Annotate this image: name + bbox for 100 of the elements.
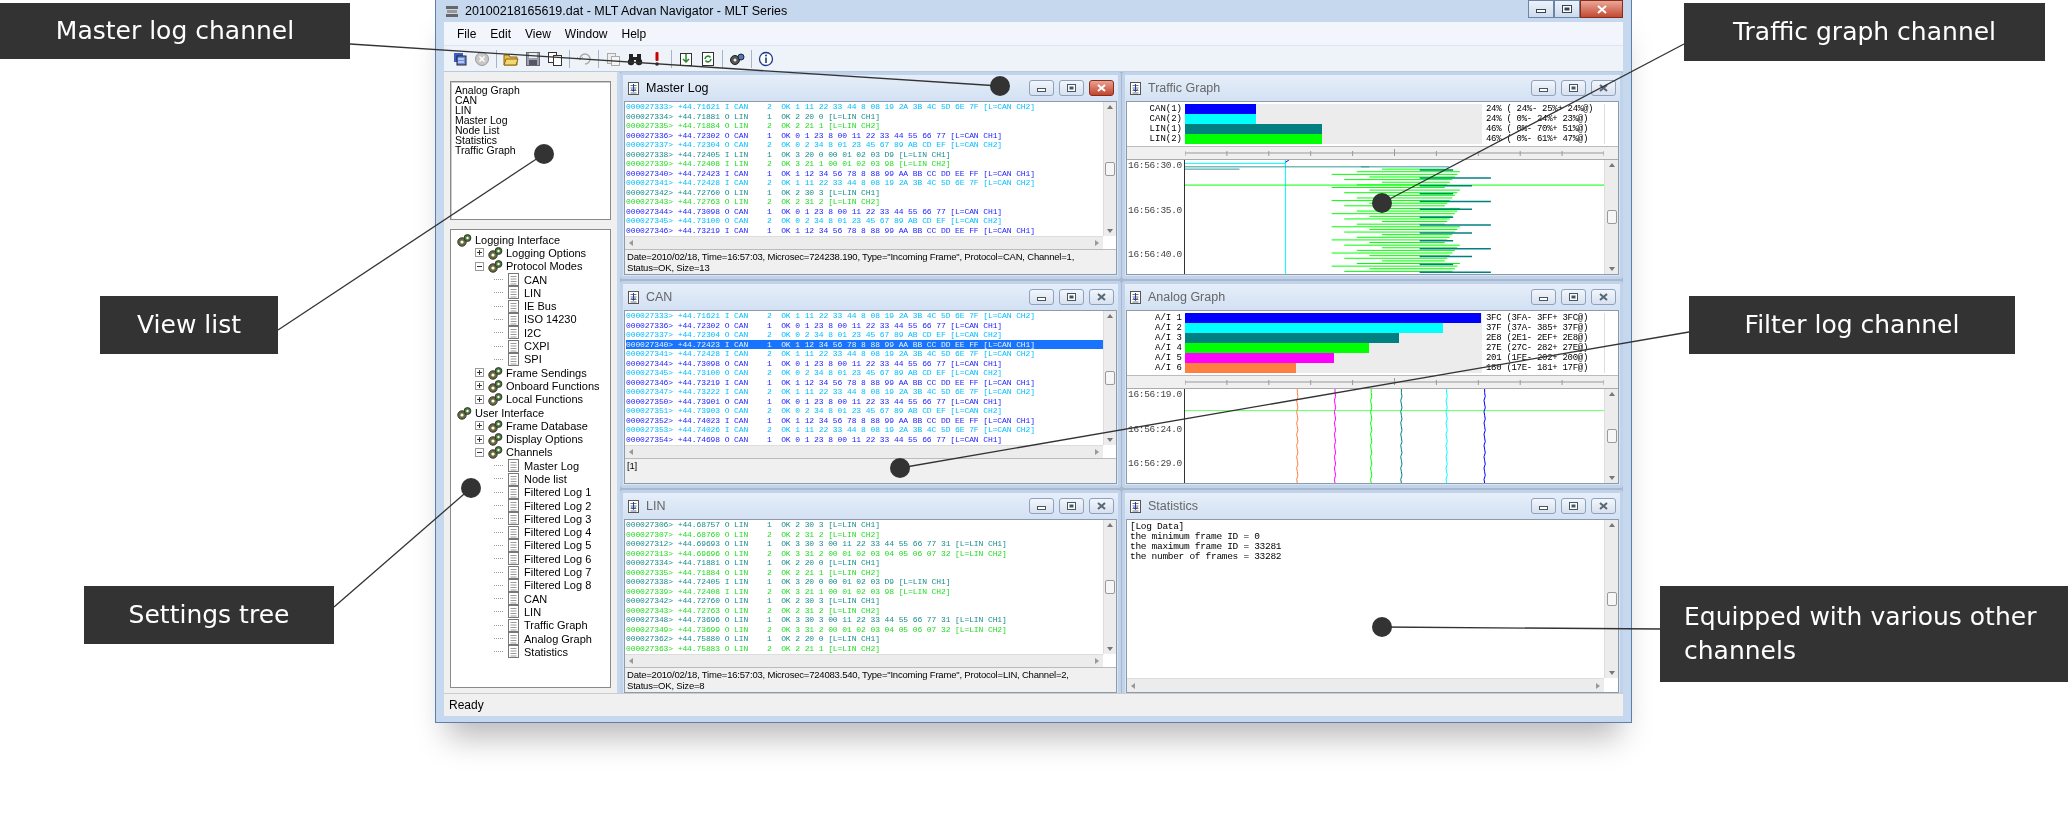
log-row[interactable]: 000027334> +44.71881 O LIN 1 OK 2 20 0 [L=LIN CH1] — [626, 558, 1103, 568]
tree-item[interactable]: Statistics — [524, 645, 568, 658]
tree-item[interactable]: Logging Options — [506, 246, 587, 259]
import-icon[interactable] — [678, 50, 694, 67]
vertical-scrollbar[interactable] — [1103, 102, 1116, 236]
maximize-button[interactable] — [1554, 0, 1580, 18]
log-row[interactable]: 000027342> +44.72760 O LIN 1 OK 2 30 3 [L=LIN CH1] — [626, 187, 1103, 197]
tree-item[interactable]: Filtered Log 1 — [524, 486, 592, 499]
tree-item[interactable]: Display Options — [506, 433, 584, 446]
tree-item[interactable]: CXPI — [524, 340, 550, 352]
log-row[interactable]: 000027338> +44.72405 I LIN 1 OK 3 20 0 00 01 02 03 D9 [L=LIN CH1] — [626, 577, 1103, 587]
close-button[interactable] — [1089, 498, 1114, 514]
tree-item[interactable]: User Interface — [475, 406, 545, 419]
menu-item[interactable]: Help — [614, 26, 654, 41]
log-row[interactable]: 000027344> +44.73098 O CAN 1 OK 0 1 23 8 00 11 22 33 44 55 66 77 [L=CAN CH1] — [626, 358, 1103, 368]
minimize-button[interactable] — [1531, 289, 1556, 305]
tree-item[interactable]: Channels — [506, 446, 553, 459]
log-row[interactable]: 000027346> +44.73219 I CAN 1 OK 1 12 34 56 78 8 88 99 AA BB CC DD EE FF [L=CAN CH1] — [626, 225, 1103, 235]
undo-icon[interactable] — [576, 50, 592, 67]
log-row[interactable]: 000027344> +44.73098 O CAN 1 OK 0 1 23 8 00 11 22 33 44 55 66 77 [L=CAN CH1] — [626, 206, 1103, 216]
tree-item[interactable]: Filtered Log 6 — [524, 552, 592, 565]
horizontal-scrollbar[interactable] — [1127, 678, 1604, 692]
collapse-icon[interactable] — [475, 447, 484, 457]
close-button[interactable] — [1580, 0, 1623, 18]
menu-item[interactable]: Edit — [483, 26, 519, 41]
expand-icon[interactable] — [475, 381, 484, 391]
tree-item[interactable]: Filtered Log 3 — [524, 512, 592, 525]
tree-item[interactable]: Analog Graph — [524, 632, 592, 645]
log-row[interactable]: 000027342> +44.72760 O LIN 1 OK 2 30 3 [L=LIN CH1] — [626, 596, 1103, 606]
tree-item[interactable]: Local Functions — [506, 393, 584, 406]
menu-item[interactable]: File — [450, 26, 484, 41]
vertical-scrollbar[interactable] — [1604, 389, 1618, 483]
log-row[interactable]: 000027312> +44.69693 O LIN 1 OK 3 30 3 00 11 22 33 44 55 66 77 31 [L=LIN CH1] — [626, 539, 1103, 549]
log-row[interactable]: 000027362> +44.75880 O LIN 1 OK 2 20 0 [L=LIN CH1] — [626, 634, 1103, 644]
tree-item[interactable]: SPI — [524, 353, 542, 366]
log-row[interactable]: 000027336> +44.72302 O CAN 1 OK 0 1 23 8 00 11 22 33 44 55 66 77 [L=CAN CH1] — [626, 320, 1103, 330]
tree-item[interactable]: CAN — [524, 592, 548, 605]
view-list-item[interactable]: LIN — [455, 105, 472, 115]
view-list-item[interactable]: Statistics — [455, 135, 497, 145]
close-button[interactable] — [1591, 498, 1616, 514]
tree-item[interactable]: Filtered Log 8 — [524, 579, 592, 592]
restore-button[interactable] — [1561, 289, 1586, 305]
tree-item[interactable]: Onboard Functions — [506, 379, 600, 392]
close-button[interactable] — [1089, 80, 1114, 96]
tree-item[interactable]: Filtered Log 5 — [524, 539, 592, 552]
horizontal-scrollbar[interactable] — [625, 654, 1103, 667]
expand-icon[interactable] — [475, 394, 484, 404]
minimize-button[interactable] — [1531, 498, 1556, 514]
restore-button[interactable] — [1059, 498, 1084, 514]
collapse-icon[interactable] — [475, 261, 484, 271]
tree-item[interactable]: IE Bus — [524, 300, 557, 313]
tree-item[interactable]: LIN — [524, 286, 542, 299]
tree-item[interactable]: LIN — [524, 605, 542, 618]
tree-item[interactable]: Logging Interface — [475, 233, 560, 246]
gears-icon[interactable] — [729, 50, 745, 67]
restore-button[interactable] — [1561, 80, 1586, 96]
tree-item[interactable]: Frame Database — [506, 419, 588, 432]
log-row[interactable]: 000027334> +44.71881 O LIN 1 OK 2 20 0 [L=LIN CH1] — [626, 111, 1103, 121]
tree-item[interactable]: Filtered Log 7 — [524, 566, 592, 579]
restore-button[interactable] — [1059, 289, 1084, 305]
horizontal-scrollbar[interactable] — [625, 445, 1103, 458]
view-list-item[interactable]: Traffic Graph — [455, 145, 516, 155]
tree-item[interactable]: Master Log — [524, 459, 580, 472]
view-list-item[interactable]: Node List — [455, 125, 500, 135]
minimize-button[interactable] — [1029, 498, 1054, 514]
minimize-button[interactable] — [1029, 289, 1054, 305]
log-row[interactable]: 000027350> +44.73901 O CAN 1 OK 0 1 23 8 00 11 22 33 44 55 66 77 [L=CAN CH1] — [626, 396, 1103, 406]
log-row[interactable]: 000027352> +44.74023 I CAN 1 OK 1 12 34 56 78 8 88 99 AA BB CC DD EE FF [L=CAN CH1] — [626, 415, 1103, 425]
tree-item[interactable]: Node list — [524, 473, 567, 485]
close-button[interactable] — [1591, 80, 1616, 96]
expand-icon[interactable] — [475, 421, 484, 431]
vertical-scrollbar[interactable] — [1604, 160, 1618, 274]
view-list-item[interactable]: Master Log — [455, 115, 508, 125]
log-row[interactable]: 000027306> +44.68757 O LIN 1 OK 2 30 3 [L=LIN CH1] — [626, 520, 1103, 530]
view-list-item[interactable]: CAN — [455, 95, 478, 105]
menu-item[interactable]: View — [518, 26, 558, 41]
paste-icon[interactable] — [605, 50, 621, 67]
restore-button[interactable] — [1561, 498, 1586, 514]
menu-item[interactable]: Window — [557, 26, 615, 41]
close-button[interactable] — [1089, 289, 1114, 305]
expand-icon[interactable] — [475, 368, 484, 378]
expand-icon[interactable] — [475, 248, 484, 258]
minimize-button[interactable] — [1528, 0, 1554, 18]
tree-item[interactable]: CAN — [524, 273, 548, 286]
log-row[interactable]: 000027346> +44.73219 I CAN 1 OK 1 12 34 56 78 8 88 99 AA BB CC DD EE FF [L=CAN CH1] — [626, 377, 1103, 387]
vertical-scrollbar[interactable] — [1103, 311, 1116, 445]
restore-button[interactable] — [1059, 80, 1084, 96]
tree-item[interactable]: Frame Sendings — [506, 366, 587, 379]
tree-item[interactable]: I2C — [524, 326, 542, 339]
horizontal-scrollbar[interactable] — [625, 236, 1103, 249]
refresh-icon[interactable] — [700, 50, 716, 67]
log-row[interactable]: 000027340> +44.72423 I CAN 1 OK 1 12 34 56 78 8 88 99 AA BB CC DD EE FF [L=CAN CH1] — [626, 339, 1103, 349]
minimize-button[interactable] — [1029, 80, 1054, 96]
tree-item[interactable]: Protocol Modes — [506, 260, 583, 273]
save-icon[interactable] — [525, 50, 541, 67]
tree-item[interactable]: Filtered Log 2 — [524, 499, 592, 512]
minimize-button[interactable] — [1531, 80, 1556, 96]
tree-item[interactable]: Filtered Log 4 — [524, 526, 592, 539]
log-row[interactable]: 000027348> +44.73696 O LIN 1 OK 3 30 3 00 11 22 33 44 55 66 77 31 [L=LIN CH1] — [626, 615, 1103, 625]
info-icon[interactable] — [758, 50, 774, 67]
